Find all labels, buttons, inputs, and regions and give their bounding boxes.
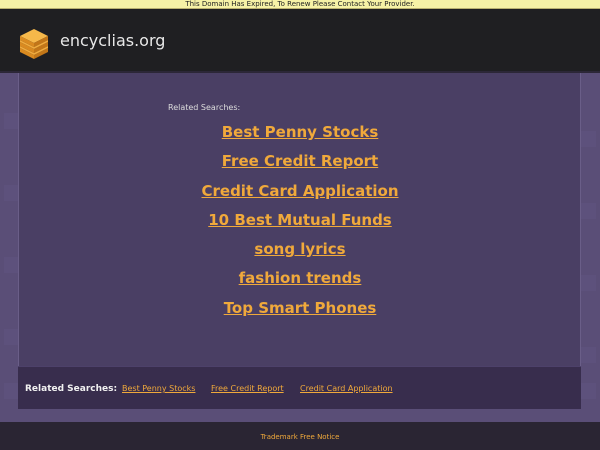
related-link-fashion-trends[interactable]: fashion trends: [0, 270, 600, 299]
bottom-link-credit-card-application[interactable]: Credit Card Application: [300, 384, 393, 394]
bottom-link-free-credit-report[interactable]: Free Credit Report: [211, 384, 284, 394]
site-footer: Trademark Free Notice: [0, 422, 600, 450]
related-link-credit-card-application[interactable]: Credit Card Application: [0, 182, 600, 212]
bottom-related-label: Related Searches:: [25, 384, 118, 394]
content-stage: Related Searches: Best Penny Stocks Free…: [0, 73, 600, 422]
domain-expired-notice: This Domain Has Expired, To Renew Please…: [0, 0, 600, 9]
bottom-link-best-penny-stocks[interactable]: Best Penny Stocks: [122, 384, 195, 394]
site-name[interactable]: encyclias.org: [60, 31, 165, 51]
related-link-best-penny-stocks[interactable]: Best Penny Stocks: [0, 123, 600, 153]
related-link-free-credit-report[interactable]: Free Credit Report: [0, 153, 600, 182]
trademark-notice-link[interactable]: Trademark Free Notice: [261, 433, 340, 442]
site-header: encyclias.org: [0, 9, 600, 73]
related-searches-label: Related Searches:: [168, 103, 241, 112]
related-links-list: Best Penny Stocks Free Credit Report Cre…: [0, 123, 600, 329]
stacked-cube-logo-icon[interactable]: [18, 27, 50, 59]
related-link-song-lyrics[interactable]: song lyrics: [0, 241, 600, 270]
bottom-related-bar: Related Searches: Best Penny Stocks Free…: [18, 366, 581, 409]
related-link-10-best-mutual-funds[interactable]: 10 Best Mutual Funds: [0, 211, 600, 241]
related-link-top-smart-phones[interactable]: Top Smart Phones: [0, 299, 600, 329]
